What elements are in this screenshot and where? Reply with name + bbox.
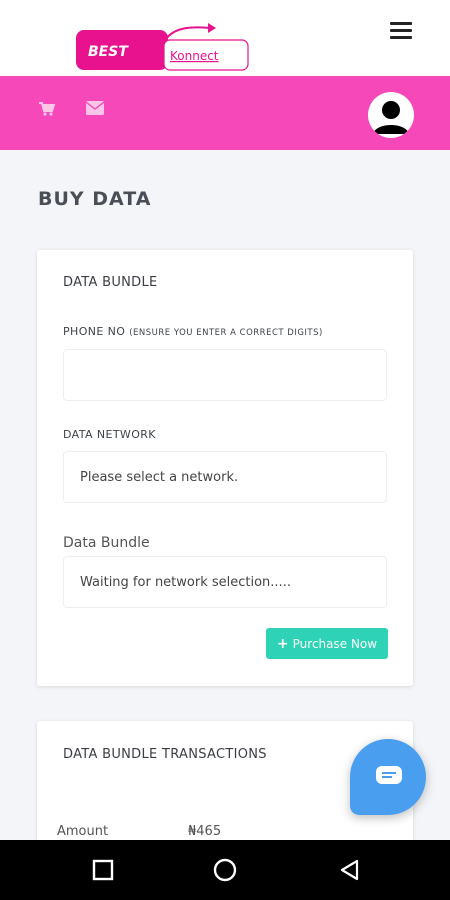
network-select[interactable]: Please select a network.	[63, 451, 387, 503]
bundle-select-value: Waiting for network selection.....	[80, 575, 291, 590]
purchase-now-button[interactable]: + Purchase Now	[266, 628, 388, 659]
brand-logo[interactable]: BEST Konnect	[76, 22, 252, 72]
phone-label: PHONE NO (ENSURE YOU ENTER A CORRECT DIG…	[63, 325, 323, 338]
hamburger-menu-icon[interactable]	[390, 22, 412, 40]
top-header: BEST Konnect	[0, 0, 450, 76]
back-icon[interactable]	[338, 858, 362, 882]
cart-icon[interactable]	[38, 101, 56, 117]
bundle-select[interactable]: Waiting for network selection.....	[63, 556, 387, 608]
phone-hint: (ENSURE YOU ENTER A CORRECT DIGITS)	[129, 328, 323, 338]
transactions-title: DATA BUNDLE TRANSACTIONS	[63, 747, 267, 762]
user-avatar-icon[interactable]	[368, 92, 414, 138]
logo-text-secondary: Konnect	[170, 49, 219, 63]
phone-label-text: PHONE NO	[63, 325, 126, 338]
logo-text-primary: BEST	[88, 44, 129, 60]
chat-icon	[376, 766, 402, 784]
network-label: DATA NETWORK	[63, 428, 156, 441]
mail-icon[interactable]	[85, 101, 105, 117]
plus-icon: +	[276, 635, 289, 652]
home-icon[interactable]	[213, 858, 237, 882]
page-title: BUY DATA	[38, 188, 152, 210]
recent-apps-icon[interactable]	[91, 858, 115, 882]
amount-label: Amount	[57, 824, 109, 839]
network-select-value: Please select a network.	[80, 470, 239, 485]
card-title: DATA BUNDLE	[63, 275, 158, 290]
data-bundle-card: DATA BUNDLE PHONE NO (ENSURE YOU ENTER A…	[37, 250, 413, 686]
phone-input[interactable]	[63, 349, 387, 401]
purchase-now-label: Purchase Now	[292, 636, 378, 651]
amount-value: ₦465	[188, 824, 222, 839]
bundle-label: Data Bundle	[63, 535, 150, 551]
chat-button[interactable]	[350, 739, 426, 815]
